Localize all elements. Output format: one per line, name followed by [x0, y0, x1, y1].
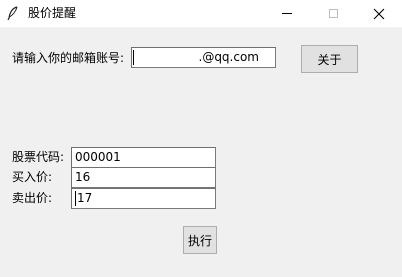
run-button[interactable]: 执行 — [183, 226, 217, 254]
sell-price-value: 17 — [77, 191, 93, 205]
window-title: 股价提醒 — [28, 6, 77, 20]
buy-price-label: 买入价: — [12, 170, 53, 184]
minimize-icon — [282, 13, 292, 14]
feather-icon — [6, 6, 20, 21]
email-label: 请输入你的邮箱账号: — [12, 51, 125, 65]
text-cursor — [75, 191, 76, 206]
title-bar: 股价提醒 — [0, 0, 402, 28]
text-cursor — [133, 50, 134, 65]
maximize-icon — [328, 9, 338, 18]
minimize-button[interactable] — [264, 0, 310, 27]
email-field[interactable]: .@qq.com — [131, 47, 276, 68]
close-button[interactable] — [356, 0, 402, 27]
about-button[interactable]: 关于 — [301, 45, 358, 73]
stock-code-field[interactable]: 000001 — [71, 147, 216, 168]
close-icon — [373, 8, 385, 19]
maximize-button[interactable] — [310, 0, 356, 27]
email-suffix: .@qq.com — [198, 50, 260, 64]
sell-price-label: 卖出价: — [12, 191, 53, 205]
buy-price-field[interactable]: 16 — [71, 167, 216, 188]
stock-code-label: 股票代码: — [12, 150, 65, 164]
sell-price-field[interactable]: 17 — [71, 188, 216, 209]
